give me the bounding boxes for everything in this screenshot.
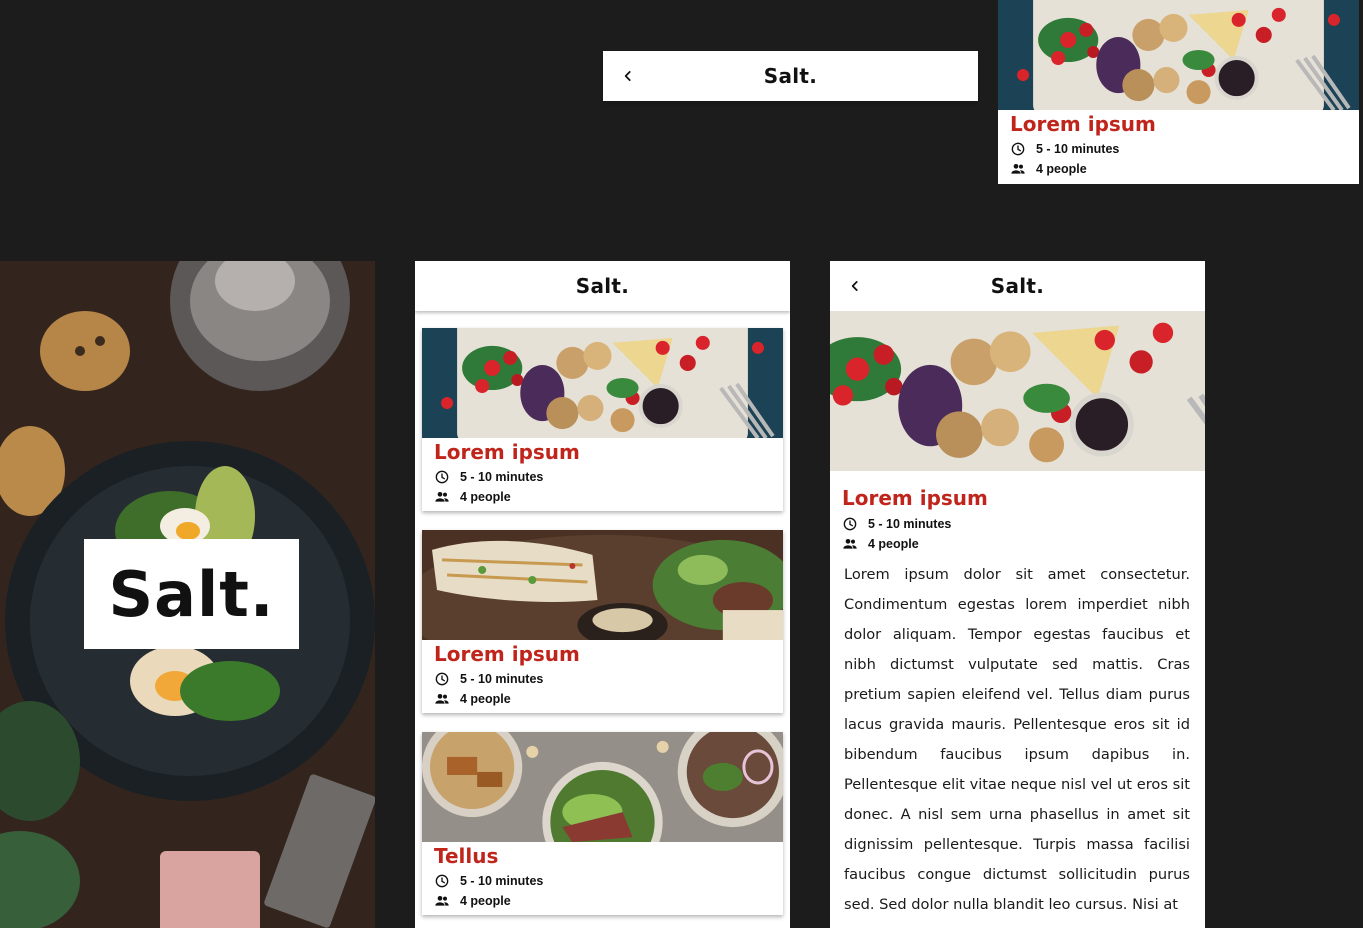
clock-icon bbox=[434, 469, 450, 485]
back-button[interactable] bbox=[621, 69, 635, 83]
splash-logo: Salt. bbox=[108, 557, 275, 631]
clock-icon bbox=[842, 516, 858, 532]
recipe-card-component[interactable]: Lorem ipsum 5 - 10 minutes 4 people bbox=[998, 0, 1359, 184]
recipe-servings-text: 4 people bbox=[460, 692, 511, 706]
recipe-servings: 4 people bbox=[434, 891, 774, 911]
app-title: Salt. bbox=[763, 64, 818, 88]
recipe-time: 5 - 10 minutes bbox=[434, 871, 774, 891]
people-icon bbox=[434, 691, 450, 707]
recipe-servings-text: 4 people bbox=[1036, 162, 1087, 176]
recipe-list-screen: Salt. Lorem ipsum 5 - 10 minutes 4 peopl… bbox=[415, 261, 790, 928]
detail-description: Lorem ipsum dolor sit amet consectetur. … bbox=[844, 566, 1190, 913]
header-with-back-component: Salt. bbox=[603, 51, 978, 101]
cheese-board-photo bbox=[830, 311, 1205, 471]
detail-title: Lorem ipsum bbox=[842, 486, 988, 510]
recipe-time: 5 - 10 minutes bbox=[434, 467, 774, 487]
clock-icon bbox=[434, 873, 450, 889]
recipe-time-text: 5 - 10 minutes bbox=[460, 470, 544, 484]
recipe-title: Tellus bbox=[434, 844, 499, 868]
recipe-title: Lorem ipsum bbox=[434, 440, 580, 464]
detail-servings-text: 4 people bbox=[868, 537, 919, 551]
detail-time-text: 5 - 10 minutes bbox=[868, 517, 952, 531]
detail-header: Salt. bbox=[830, 261, 1205, 311]
recipe-time: 5 - 10 minutes bbox=[1010, 139, 1350, 159]
list-header: Salt. bbox=[415, 261, 790, 311]
clock-icon bbox=[434, 671, 450, 687]
recipe-title: Lorem ipsum bbox=[434, 642, 580, 666]
cheese-board-photo bbox=[998, 0, 1359, 110]
people-icon bbox=[842, 536, 858, 552]
app-title: Salt. bbox=[990, 274, 1045, 298]
recipe-time: 5 - 10 minutes bbox=[434, 669, 774, 689]
recipe-servings-text: 4 people bbox=[460, 490, 511, 504]
recipe-servings-text: 4 people bbox=[460, 894, 511, 908]
recipe-card[interactable]: Lorem ipsum 5 - 10 minutes 4 people bbox=[422, 328, 783, 511]
people-icon bbox=[1010, 161, 1026, 177]
detail-time: 5 - 10 minutes bbox=[842, 514, 1192, 534]
recipe-title: Lorem ipsum bbox=[1010, 112, 1156, 136]
app-title: Salt. bbox=[575, 274, 630, 298]
recipe-servings: 4 people bbox=[434, 487, 774, 507]
detail-servings: 4 people bbox=[842, 534, 1192, 554]
recipe-card[interactable]: Tellus 5 - 10 minutes 4 people bbox=[422, 732, 783, 915]
grilled-chicken-salad-photo bbox=[422, 530, 783, 640]
people-icon bbox=[434, 893, 450, 909]
clock-icon bbox=[1010, 141, 1026, 157]
recipe-servings: 4 people bbox=[1010, 159, 1350, 179]
recipe-time-text: 5 - 10 minutes bbox=[460, 672, 544, 686]
steak-plates-photo bbox=[422, 732, 783, 842]
cheese-board-photo bbox=[422, 328, 783, 438]
recipe-time-text: 5 - 10 minutes bbox=[460, 874, 544, 888]
splash-screen: Salt. bbox=[0, 261, 375, 928]
chevron-left-icon bbox=[621, 69, 635, 83]
recipe-time-text: 5 - 10 minutes bbox=[1036, 142, 1120, 156]
splash-logo-box: Salt. bbox=[84, 539, 299, 649]
chevron-left-icon bbox=[848, 279, 862, 293]
people-icon bbox=[434, 489, 450, 505]
recipe-detail-screen: Salt. Lorem ipsum 5 - 10 minutes 4 peopl… bbox=[830, 261, 1205, 928]
back-button[interactable] bbox=[848, 279, 862, 293]
recipe-card[interactable]: Lorem ipsum 5 - 10 minutes 4 people bbox=[422, 530, 783, 713]
recipe-servings: 4 people bbox=[434, 689, 774, 709]
